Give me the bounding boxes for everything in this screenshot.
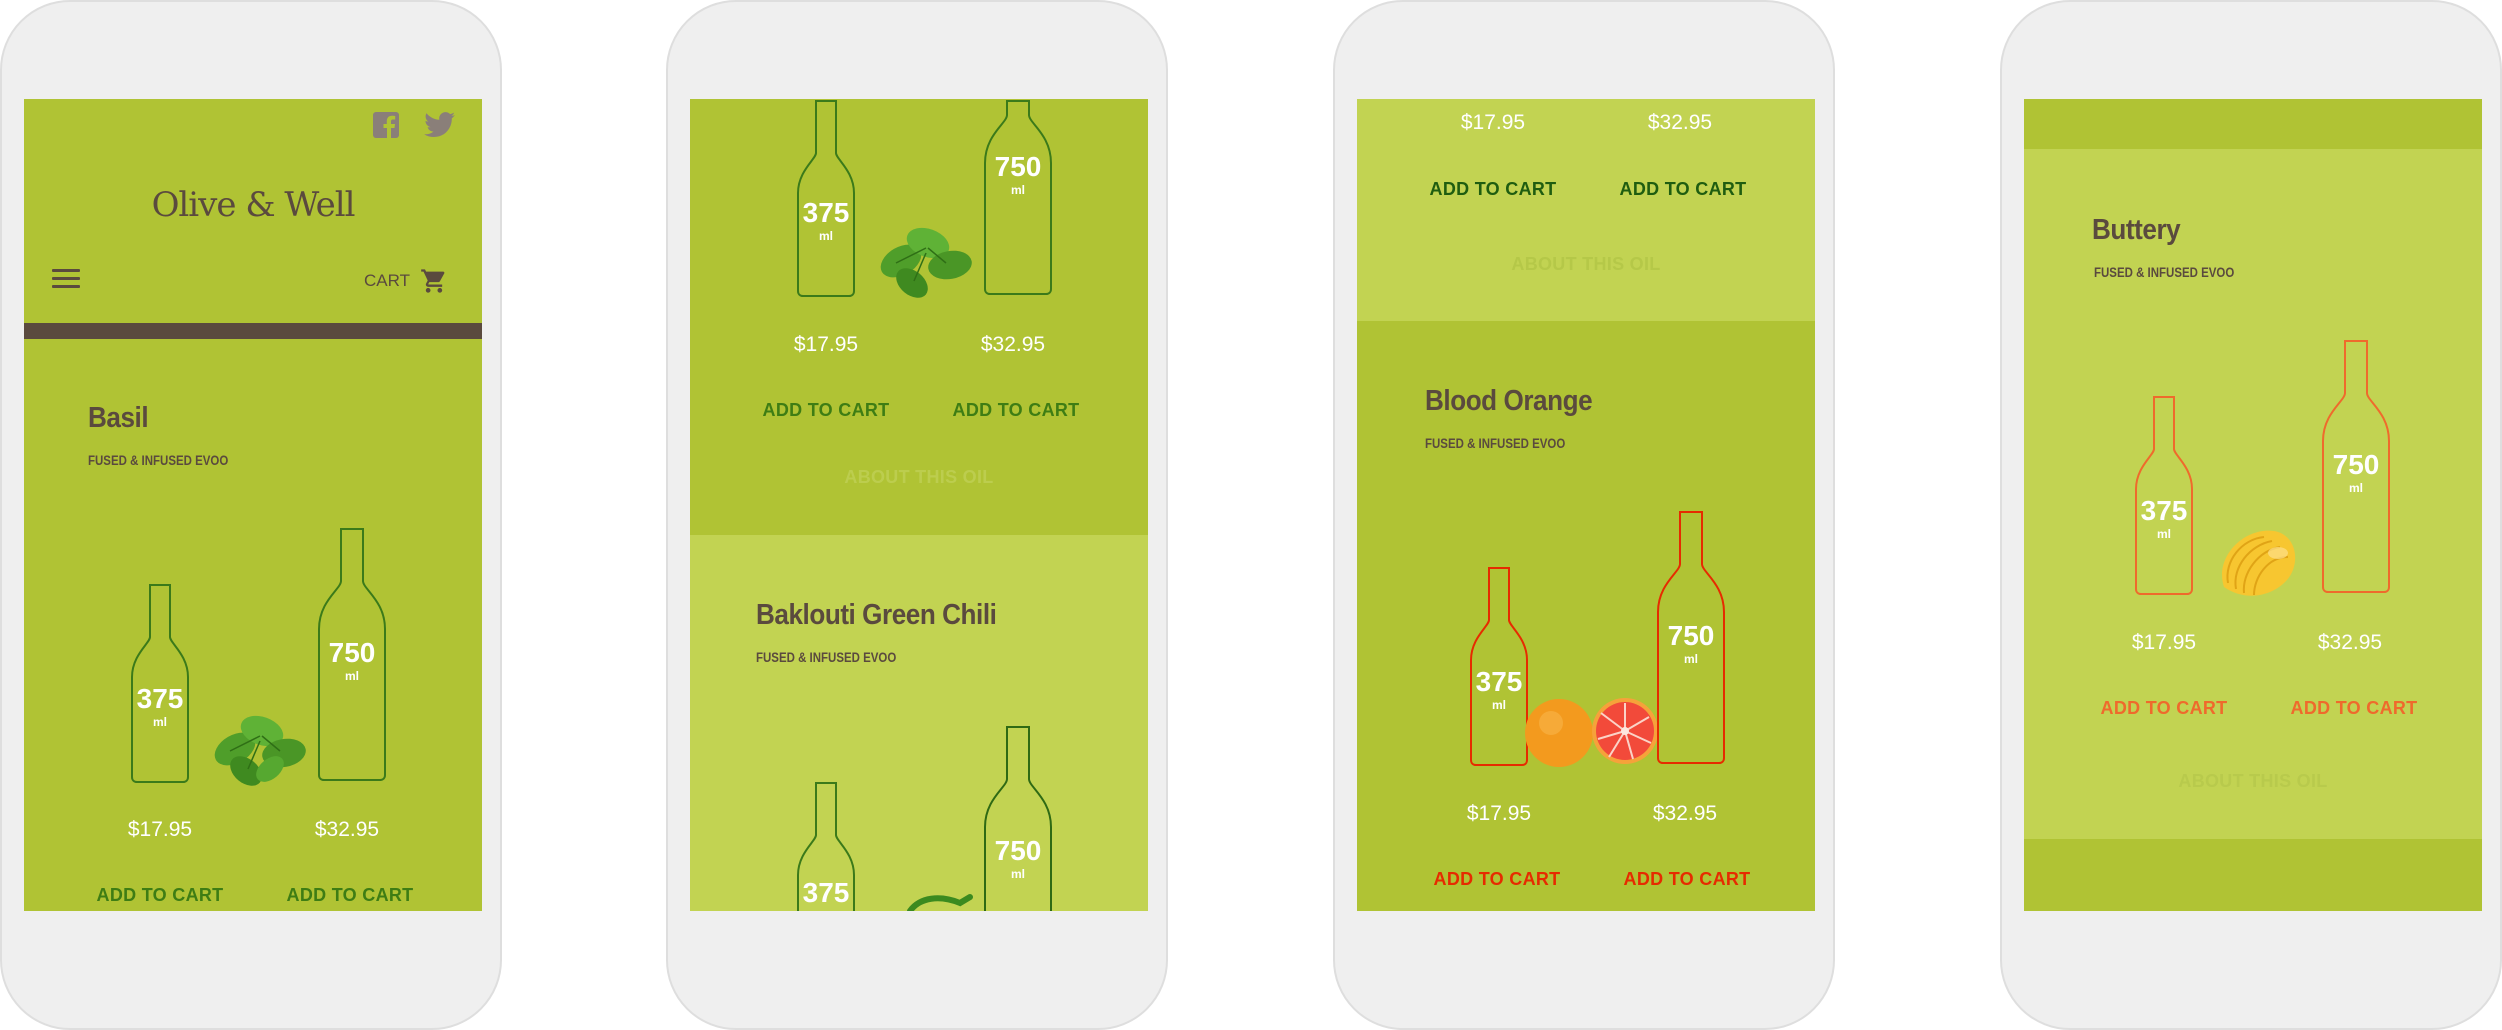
price-375: $17.95 <box>1460 111 1526 134</box>
twitter-icon[interactable] <box>424 111 456 144</box>
add-to-cart-button-750[interactable]: ADD TO CART <box>926 400 1106 421</box>
price-750: $32.95 <box>1647 111 1713 134</box>
price-375: $17.95 <box>2131 631 2197 654</box>
previous-section-bottom <box>2024 99 2482 149</box>
screen-blood-orange: $17.95 $32.95 ADD TO CART ADD TO CART AB… <box>1357 99 1815 911</box>
price-750: $32.95 <box>314 818 380 841</box>
cart-label: CART <box>364 271 410 290</box>
add-to-cart-button-375[interactable]: ADD TO CART <box>2074 698 2254 719</box>
buttery-section <box>2024 149 2482 839</box>
product-title: Blood Orange <box>1425 385 1593 417</box>
product-title: Buttery <box>2092 214 2181 246</box>
cart-link[interactable]: CART <box>364 267 448 295</box>
price-750: $32.95 <box>1652 802 1718 825</box>
add-to-cart-button-375[interactable]: ADD TO CART <box>1407 869 1587 890</box>
shopping-cart-icon <box>421 269 445 293</box>
add-to-cart-button-750[interactable]: ADD TO CART <box>260 885 440 906</box>
price-375: $17.95 <box>1466 802 1532 825</box>
bottle-unit: ml <box>1683 652 1698 666</box>
bottle-unit: ml <box>344 669 359 683</box>
brand-logo[interactable]: Olive & Well <box>24 185 482 225</box>
price-375: $17.95 <box>127 818 193 841</box>
screen-basil: Olive & Well CART Basil FUSED & INFUSED … <box>24 99 482 911</box>
bottle-size-750: 750 <box>328 637 376 668</box>
product-subtitle: FUSED & INFUSED EVOO <box>756 650 897 665</box>
phone-frame-basil: Olive & Well CART Basil FUSED & INFUSED … <box>0 0 502 1030</box>
chili-icon <box>906 891 976 911</box>
bottle-750: 750 ml <box>316 527 388 783</box>
facebook-icon[interactable] <box>372 111 400 144</box>
add-to-cart-button-750[interactable]: ADD TO CART <box>1593 179 1773 200</box>
bottle-375: 375 ml <box>794 99 858 297</box>
bottle-750: 750 ml <box>1655 510 1727 766</box>
blood-orange-icon <box>1521 689 1661 769</box>
butter-curl-icon <box>2214 517 2304 607</box>
bottle-375: 375 <box>794 781 858 911</box>
bottle-size-750: 750 <box>2332 449 2380 480</box>
screen-buttery: Buttery FUSED & INFUSED EVOO 375 ml 750 … <box>2024 99 2482 911</box>
bottle-unit: ml <box>2348 481 2363 495</box>
basil-leaves-icon <box>866 203 986 303</box>
price-750: $32.95 <box>980 333 1046 356</box>
phone-frame-baklouti: 375 ml 750 ml $17.95 $32.95 ADD TO CART … <box>666 0 1168 1030</box>
add-to-cart-button-375[interactable]: ADD TO CART <box>1403 179 1583 200</box>
bottle-750: 750 ml <box>982 725 1054 911</box>
add-to-cart-button-750[interactable]: ADD TO CART <box>2264 698 2444 719</box>
bottle-size-750: 750 <box>994 151 1042 182</box>
bottle-size-750: 750 <box>994 835 1042 866</box>
add-to-cart-button-750[interactable]: ADD TO CART <box>1597 869 1777 890</box>
bottle-size-375: 375 <box>136 683 184 714</box>
bottle-size-375: 375 <box>2140 495 2188 526</box>
add-to-cart-button-375[interactable]: ADD TO CART <box>736 400 916 421</box>
bottle-750: 750 ml <box>982 99 1054 297</box>
price-750: $32.95 <box>2317 631 2383 654</box>
about-this-oil-link[interactable]: ABOUT THIS OIL <box>1357 254 1815 275</box>
add-to-cart-button-375[interactable]: ADD TO CART <box>70 885 250 906</box>
bottle-size-375: 375 <box>802 877 850 908</box>
bottle-unit: ml <box>818 229 833 243</box>
bottle-unit: ml <box>152 715 167 729</box>
screen-baklouti: 375 ml 750 ml $17.95 $32.95 ADD TO CART … <box>690 99 1148 911</box>
product-subtitle: FUSED & INFUSED EVOO <box>2094 265 2235 280</box>
bottle-unit: ml <box>2156 527 2171 541</box>
product-title: Baklouti Green Chili <box>756 599 997 631</box>
price-375: $17.95 <box>793 333 859 356</box>
product-title: Basil <box>88 402 149 434</box>
bottle-750: 750 ml <box>2320 339 2392 595</box>
bottle-375: 375 ml <box>128 583 192 783</box>
bottle-size-375: 375 <box>802 197 850 228</box>
header-divider <box>24 323 482 339</box>
bottle-unit: ml <box>1010 867 1025 881</box>
product-subtitle: FUSED & INFUSED EVOO <box>1425 436 1566 451</box>
basil-leaves-icon <box>200 691 320 791</box>
hamburger-menu-icon[interactable] <box>52 269 80 291</box>
bottle-size-750: 750 <box>1667 620 1715 651</box>
bottle-unit: ml <box>1010 183 1025 197</box>
about-this-oil-link[interactable]: ABOUT THIS OIL <box>690 467 1148 488</box>
phone-frame-blood-orange: $17.95 $32.95 ADD TO CART ADD TO CART AB… <box>1333 0 1835 1030</box>
phone-frame-buttery: Buttery FUSED & INFUSED EVOO 375 ml 750 … <box>2000 0 2502 1030</box>
bottle-375: 375 ml <box>2132 395 2196 595</box>
about-this-oil-link[interactable]: ABOUT THIS OIL <box>2024 771 2482 792</box>
product-subtitle: FUSED & INFUSED EVOO <box>88 453 229 468</box>
baklouti-section <box>690 535 1148 911</box>
next-section-top <box>2024 839 2482 911</box>
